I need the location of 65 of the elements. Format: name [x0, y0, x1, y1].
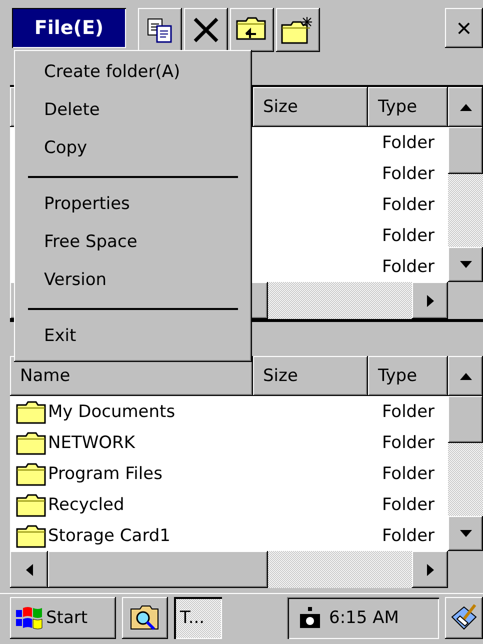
copy-icon	[145, 16, 175, 44]
scroll-right-button[interactable]	[412, 282, 448, 319]
copy-button[interactable]	[138, 8, 182, 52]
file-type: Folder	[381, 164, 436, 184]
delete-icon	[191, 15, 221, 45]
clock-time: 6:15 AM	[329, 608, 399, 628]
scroll-down-button[interactable]	[448, 247, 483, 282]
menu-item[interactable]: Exit	[14, 318, 252, 356]
down-arrow-icon	[460, 261, 472, 268]
left-arrow-icon	[26, 564, 32, 576]
scrollbar-thumb[interactable]	[448, 396, 483, 443]
folder-icon	[16, 524, 46, 548]
right-arrow-icon	[426, 564, 434, 576]
file-type: Folder	[381, 432, 436, 452]
up-arrow-icon	[460, 104, 472, 110]
folder-magnifier-icon	[129, 602, 161, 632]
file-type: Folder	[381, 226, 436, 246]
column-header[interactable]: Type	[368, 87, 448, 127]
close-button[interactable]: ×	[445, 8, 483, 48]
explorer-task-button[interactable]	[122, 596, 168, 638]
file-name[interactable]: Program Files	[48, 464, 162, 484]
scroll-left-button[interactable]	[10, 551, 48, 588]
column-header[interactable]: Size	[253, 356, 368, 396]
new-folder-icon	[281, 15, 315, 45]
file-type: Folder	[381, 526, 436, 546]
connection-icon	[299, 606, 321, 628]
start-button[interactable]: Start	[10, 596, 116, 638]
scroll-right-button[interactable]	[412, 551, 448, 588]
file-name[interactable]: Recycled	[48, 494, 124, 514]
folder-icon	[16, 492, 46, 516]
file-type: Folder	[381, 132, 436, 152]
delete-button[interactable]	[184, 8, 228, 52]
scrollbar-thumb[interactable]	[448, 127, 483, 174]
folder-up-button[interactable]	[230, 8, 274, 52]
notepad-pen-icon	[449, 602, 479, 632]
folder-icon	[16, 400, 46, 424]
file-name[interactable]: Storage Card1	[48, 526, 171, 546]
file-name[interactable]: My Documents	[48, 402, 176, 422]
new-folder-button[interactable]	[276, 8, 320, 52]
file-type: Folder	[381, 194, 436, 214]
right-arrow-icon	[426, 294, 434, 306]
file-type: Folder	[381, 464, 436, 484]
menu-item[interactable]: Delete	[14, 92, 252, 130]
scroll-up-button[interactable]	[448, 87, 483, 127]
scroll-down-button[interactable]	[448, 516, 483, 551]
scrollbar-thumb[interactable]	[48, 551, 268, 588]
menu-item[interactable]: Version	[14, 262, 252, 300]
scroll-up-button[interactable]	[448, 356, 483, 396]
column-header[interactable]: Type	[368, 356, 448, 396]
folder-icon	[16, 462, 46, 486]
file-menu-button[interactable]: File(E)	[12, 8, 126, 48]
task-button[interactable]: T...	[174, 596, 222, 638]
file-name[interactable]: NETWORK	[48, 432, 135, 452]
input-panel-button[interactable]	[445, 596, 483, 638]
down-arrow-icon	[460, 530, 472, 537]
menu-item[interactable]: Create folder(A)	[14, 54, 252, 92]
folder-icon	[16, 430, 46, 454]
column-header[interactable]: Size	[253, 87, 368, 127]
menu-item[interactable]: Free Space	[14, 224, 252, 262]
menu-item[interactable]: Copy	[14, 130, 252, 168]
file-type: Folder	[381, 402, 436, 422]
menu-item[interactable]: Properties	[14, 186, 252, 224]
up-arrow-icon	[460, 372, 472, 380]
file-type: Folder	[381, 256, 436, 276]
file-type: Folder	[381, 494, 436, 514]
